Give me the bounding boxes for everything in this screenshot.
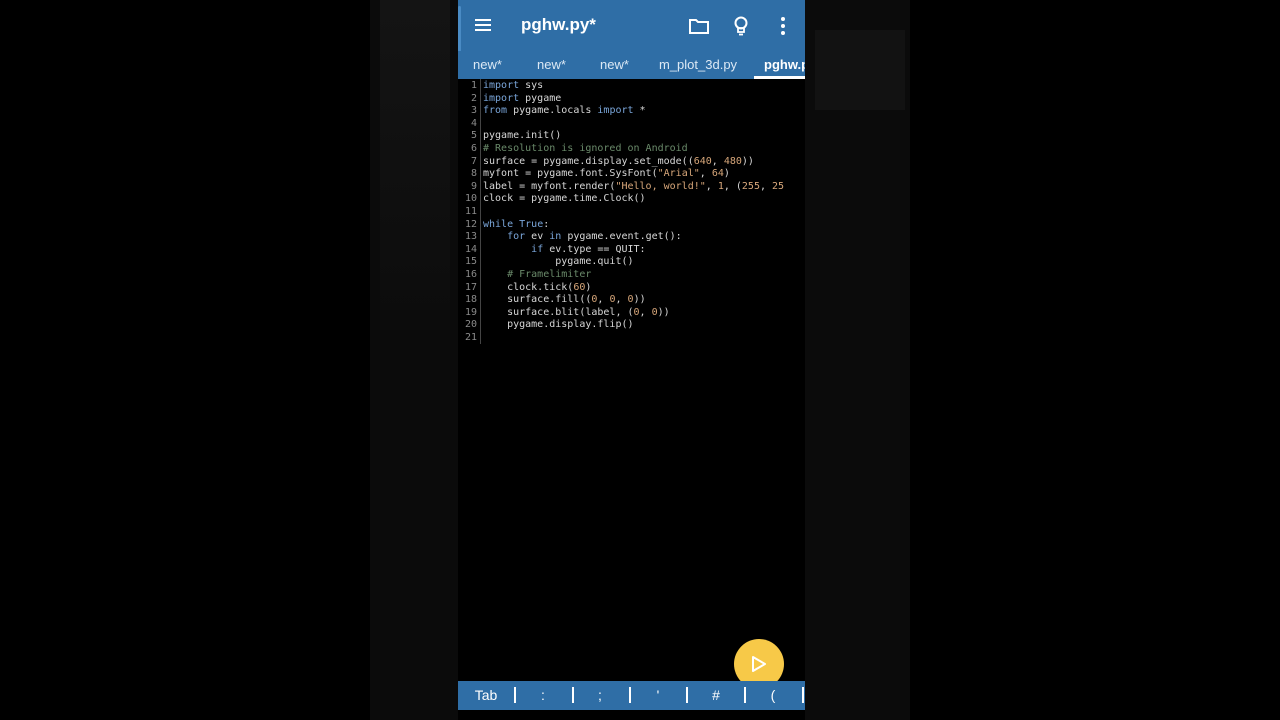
line-code[interactable]: clock = pygame.time.Clock()	[483, 193, 646, 206]
line-code[interactable]: pygame.quit()	[483, 256, 633, 269]
line-number: 6	[470, 143, 477, 154]
play-icon	[752, 656, 766, 672]
line-number: 14	[464, 243, 477, 255]
line-number: 15	[464, 256, 477, 268]
key-quote[interactable]: '	[643, 687, 673, 703]
line-code[interactable]: pygame.init()	[483, 130, 561, 143]
line-number: 19	[464, 306, 477, 318]
app-window: pghw.py* new* new* new* m_plot_3d.py pgh…	[458, 0, 805, 720]
key-paren[interactable]: (	[758, 687, 788, 703]
line-code[interactable]: label = myfont.render("Hello, world!", 1…	[483, 181, 784, 194]
key-colon[interactable]: :	[528, 687, 558, 703]
key-hash[interactable]: #	[701, 687, 731, 703]
line-code[interactable]: clock.tick(60)	[483, 282, 591, 295]
drawer-edge	[458, 6, 461, 52]
line-number: 18	[464, 294, 477, 306]
gutter-divider	[480, 79, 481, 344]
line-number: 7	[470, 155, 477, 167]
tab-m-plot-3d[interactable]: m_plot_3d.py	[659, 57, 737, 72]
line-code[interactable]: import sys	[483, 80, 543, 93]
line-number: 20	[464, 319, 477, 331]
key-tab[interactable]: Tab	[471, 687, 501, 703]
background-blur-right	[805, 0, 910, 720]
key-separator	[802, 687, 804, 703]
line-number: 4	[470, 117, 477, 129]
lightbulb-icon[interactable]	[730, 15, 752, 37]
tab-pghw[interactable]: pghw.py	[764, 57, 805, 72]
key-semicolon[interactable]: ;	[585, 687, 615, 703]
menu-icon[interactable]	[475, 19, 491, 31]
tab-new-3[interactable]: new*	[600, 57, 629, 72]
more-vert-icon[interactable]	[772, 15, 794, 37]
code-editor[interactable]: 1 import sys 2 import pygame 3 from pygame.lo…	[458, 79, 805, 679]
line-number: 17	[464, 281, 477, 293]
line-number: 16	[464, 269, 477, 280]
line-code[interactable]: for ev in pygame.event.get():	[483, 231, 682, 244]
file-tabs: new* new* new* m_plot_3d.py pghw.py	[458, 51, 805, 79]
tab-new-2[interactable]: new*	[537, 57, 566, 72]
line-number: 9	[470, 180, 477, 192]
key-separator	[686, 687, 688, 703]
tab-new-1[interactable]: new*	[473, 57, 502, 72]
line-code[interactable]: # Framelimiter	[483, 269, 591, 282]
line-code[interactable]: surface.blit(label, (0, 0))	[483, 307, 670, 320]
line-number: 13	[464, 231, 477, 243]
background-blur-left	[370, 0, 458, 720]
line-code[interactable]: # Resolution is ignored on Android	[483, 143, 688, 156]
line-code[interactable]: pygame.display.flip()	[483, 319, 633, 332]
line-code[interactable]: from pygame.locals import *	[483, 105, 646, 118]
line-number: 11	[464, 206, 477, 217]
line-code[interactable]: surface = pygame.display.set_mode((640, …	[483, 156, 754, 169]
line-code[interactable]: if ev.type == QUIT:	[483, 244, 645, 257]
line-number: 1	[470, 80, 477, 91]
line-code[interactable]: import pygame	[483, 93, 561, 106]
app-bar: pghw.py*	[458, 0, 805, 52]
line-number: 21	[464, 332, 477, 343]
extra-keys-bar: Tab : ; ' # (	[458, 681, 805, 710]
file-title: pghw.py*	[521, 15, 596, 34]
line-code[interactable]: surface.fill((0, 0, 0))	[483, 294, 646, 307]
line-number: 3	[470, 105, 477, 117]
folder-icon[interactable]	[688, 15, 710, 37]
line-number: 8	[470, 168, 477, 180]
line-number: 12	[464, 218, 477, 230]
key-separator	[629, 687, 631, 703]
key-separator	[744, 687, 746, 703]
line-number: 2	[470, 92, 477, 104]
line-code[interactable]: myfont = pygame.font.SysFont("Arial", 64…	[483, 168, 730, 181]
key-separator	[514, 687, 516, 703]
key-separator	[572, 687, 574, 703]
line-code[interactable]: while True:	[483, 219, 549, 232]
line-number: 10	[464, 193, 477, 205]
line-number: 5	[470, 130, 477, 142]
